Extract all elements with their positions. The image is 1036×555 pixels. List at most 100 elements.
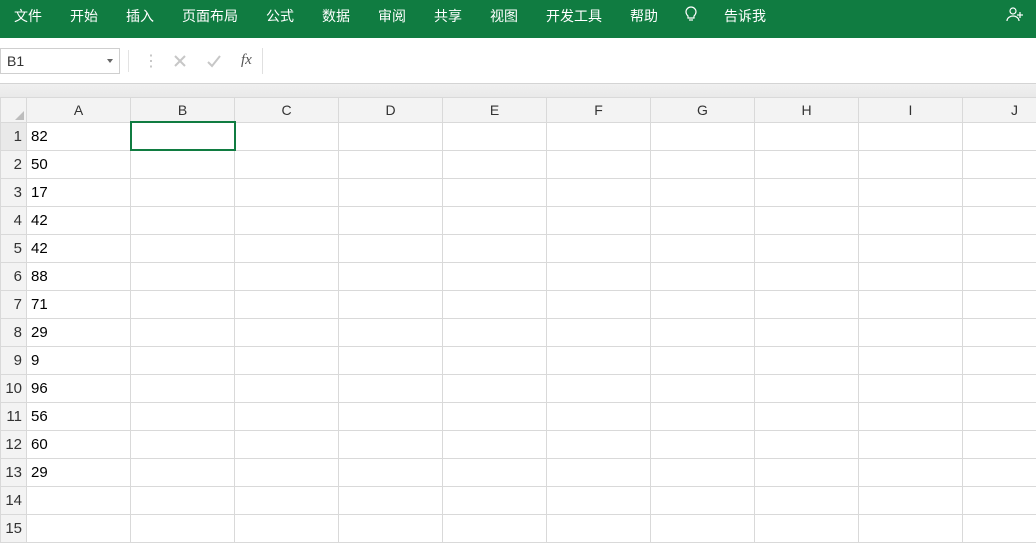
cell-D5[interactable]	[339, 234, 443, 262]
cell-C2[interactable]	[235, 150, 339, 178]
lightbulb-icon[interactable]	[672, 0, 710, 28]
cell-C8[interactable]	[235, 318, 339, 346]
cell-J15[interactable]	[963, 514, 1036, 542]
tab-page-layout[interactable]: 页面布局	[168, 0, 252, 28]
row-header-6[interactable]: 6	[1, 262, 27, 290]
cell-A2[interactable]: 50	[27, 150, 131, 178]
cell-A3[interactable]: 17	[27, 178, 131, 206]
cell-E12[interactable]	[443, 430, 547, 458]
cell-C7[interactable]	[235, 290, 339, 318]
cell-J2[interactable]	[963, 150, 1036, 178]
row-header-15[interactable]: 15	[1, 514, 27, 542]
cell-J14[interactable]	[963, 486, 1036, 514]
cell-F13[interactable]	[547, 458, 651, 486]
cell-B5[interactable]	[131, 234, 235, 262]
cell-J7[interactable]	[963, 290, 1036, 318]
cell-G7[interactable]	[651, 290, 755, 318]
tab-help[interactable]: 帮助	[616, 0, 672, 28]
cell-H15[interactable]	[755, 514, 859, 542]
cell-I8[interactable]	[859, 318, 963, 346]
cell-I3[interactable]	[859, 178, 963, 206]
cell-D13[interactable]	[339, 458, 443, 486]
cell-B8[interactable]	[131, 318, 235, 346]
cell-D3[interactable]	[339, 178, 443, 206]
cell-A6[interactable]: 88	[27, 262, 131, 290]
cell-J6[interactable]	[963, 262, 1036, 290]
cell-F11[interactable]	[547, 402, 651, 430]
cell-F6[interactable]	[547, 262, 651, 290]
cell-E4[interactable]	[443, 206, 547, 234]
col-header-J[interactable]: J	[963, 98, 1036, 122]
cell-E11[interactable]	[443, 402, 547, 430]
cell-A5[interactable]: 42	[27, 234, 131, 262]
cell-H3[interactable]	[755, 178, 859, 206]
cell-H14[interactable]	[755, 486, 859, 514]
cell-G3[interactable]	[651, 178, 755, 206]
cell-J12[interactable]	[963, 430, 1036, 458]
fx-icon[interactable]: fx	[231, 52, 262, 69]
cell-J9[interactable]	[963, 346, 1036, 374]
cell-E2[interactable]	[443, 150, 547, 178]
tab-view[interactable]: 视图	[476, 0, 532, 28]
cell-C1[interactable]	[235, 122, 339, 150]
sheet-grid[interactable]: A B C D E F G H I J 18225031744254268877…	[0, 98, 1036, 543]
cell-B12[interactable]	[131, 430, 235, 458]
cell-J3[interactable]	[963, 178, 1036, 206]
cell-H4[interactable]	[755, 206, 859, 234]
cell-C3[interactable]	[235, 178, 339, 206]
tab-review[interactable]: 审阅	[364, 0, 420, 28]
cell-C11[interactable]	[235, 402, 339, 430]
col-header-H[interactable]: H	[755, 98, 859, 122]
cell-B13[interactable]	[131, 458, 235, 486]
row-header-11[interactable]: 11	[1, 402, 27, 430]
cell-G10[interactable]	[651, 374, 755, 402]
cell-H8[interactable]	[755, 318, 859, 346]
cell-F7[interactable]	[547, 290, 651, 318]
cell-F1[interactable]	[547, 122, 651, 150]
cell-G15[interactable]	[651, 514, 755, 542]
tab-data[interactable]: 数据	[308, 0, 364, 28]
row-header-13[interactable]: 13	[1, 458, 27, 486]
cell-D14[interactable]	[339, 486, 443, 514]
cell-A1[interactable]: 82	[27, 122, 131, 150]
cell-E1[interactable]	[443, 122, 547, 150]
cell-B10[interactable]	[131, 374, 235, 402]
cell-H13[interactable]	[755, 458, 859, 486]
cell-H7[interactable]	[755, 290, 859, 318]
cell-I2[interactable]	[859, 150, 963, 178]
cell-E6[interactable]	[443, 262, 547, 290]
cell-H11[interactable]	[755, 402, 859, 430]
col-header-E[interactable]: E	[443, 98, 547, 122]
cell-A8[interactable]: 29	[27, 318, 131, 346]
cell-G2[interactable]	[651, 150, 755, 178]
cell-D9[interactable]	[339, 346, 443, 374]
cell-C15[interactable]	[235, 514, 339, 542]
row-header-5[interactable]: 5	[1, 234, 27, 262]
cell-I12[interactable]	[859, 430, 963, 458]
cell-I7[interactable]	[859, 290, 963, 318]
tab-home[interactable]: 开始	[56, 0, 112, 28]
cell-H2[interactable]	[755, 150, 859, 178]
cell-B7[interactable]	[131, 290, 235, 318]
cell-E14[interactable]	[443, 486, 547, 514]
cell-H1[interactable]	[755, 122, 859, 150]
cell-F15[interactable]	[547, 514, 651, 542]
cell-G6[interactable]	[651, 262, 755, 290]
cell-I14[interactable]	[859, 486, 963, 514]
cell-I1[interactable]	[859, 122, 963, 150]
cell-D10[interactable]	[339, 374, 443, 402]
row-header-9[interactable]: 9	[1, 346, 27, 374]
cell-G4[interactable]	[651, 206, 755, 234]
row-header-2[interactable]: 2	[1, 150, 27, 178]
cell-I5[interactable]	[859, 234, 963, 262]
select-all-corner[interactable]	[1, 98, 27, 122]
cell-I10[interactable]	[859, 374, 963, 402]
cell-A12[interactable]: 60	[27, 430, 131, 458]
cell-B15[interactable]	[131, 514, 235, 542]
cell-A7[interactable]: 71	[27, 290, 131, 318]
cell-C10[interactable]	[235, 374, 339, 402]
cell-G9[interactable]	[651, 346, 755, 374]
cell-G14[interactable]	[651, 486, 755, 514]
cell-E3[interactable]	[443, 178, 547, 206]
cell-F8[interactable]	[547, 318, 651, 346]
